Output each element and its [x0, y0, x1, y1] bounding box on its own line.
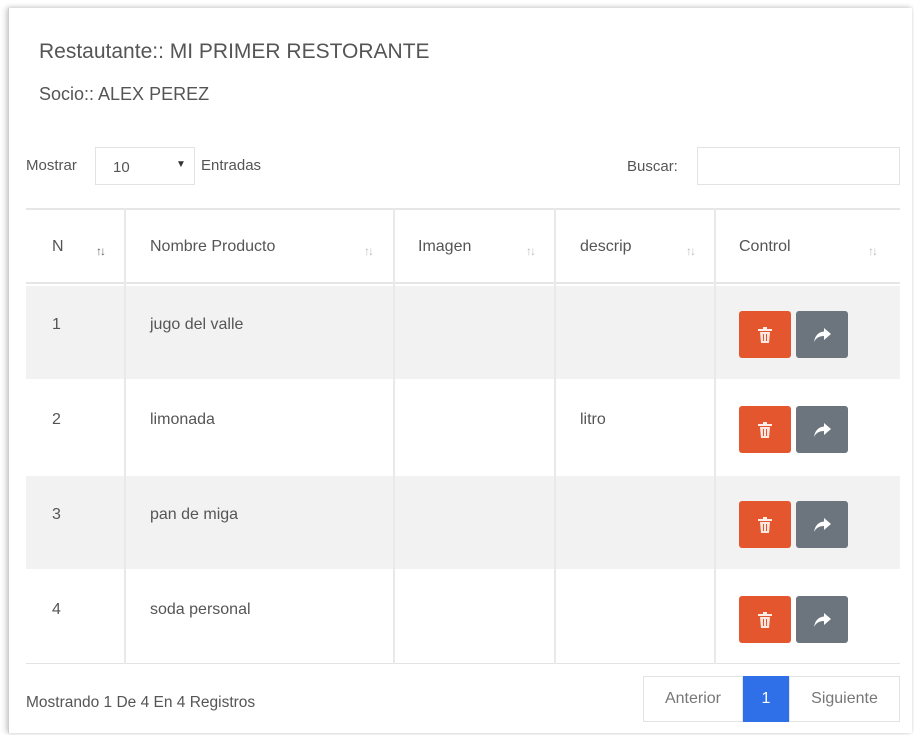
page-length-value: 10	[113, 159, 130, 176]
delete-button[interactable]	[739, 311, 791, 358]
sort-icon[interactable]: ↑↓	[364, 244, 374, 258]
sort-icon[interactable]: ↑↓	[96, 244, 106, 258]
chevron-down-icon: ▼	[176, 159, 186, 170]
product-descrip: litro	[580, 411, 606, 428]
column-divider	[124, 208, 126, 664]
delete-button[interactable]	[739, 501, 791, 548]
trash-icon	[758, 326, 772, 343]
row-number: 2	[52, 411, 61, 428]
forward-button[interactable]	[796, 311, 848, 358]
share-arrow-icon	[814, 422, 831, 437]
search-label: Buscar:	[627, 158, 678, 175]
row-number: 4	[52, 601, 61, 618]
delete-button[interactable]	[739, 596, 791, 643]
column-header-name[interactable]: Nombre Producto	[150, 238, 275, 256]
table-header-row: N ↑↓ Nombre Producto ↑↓ Imagen ↑↓ descri…	[26, 208, 900, 284]
column-header-n[interactable]: N	[52, 238, 64, 256]
forward-button[interactable]	[796, 406, 848, 453]
forward-button[interactable]	[796, 596, 848, 643]
row-number: 1	[52, 316, 61, 333]
column-header-control[interactable]: Control	[739, 238, 791, 256]
product-name: soda personal	[150, 601, 251, 618]
table-row: 1 jugo del valle	[26, 284, 900, 379]
sort-icon[interactable]: ↑↓	[868, 244, 878, 258]
show-label: Mostrar	[26, 157, 77, 174]
column-divider	[714, 208, 716, 664]
trash-icon	[758, 421, 772, 438]
page-length-select[interactable]: 10 ▼	[95, 147, 195, 185]
sort-icon[interactable]: ↑↓	[526, 244, 536, 258]
column-header-image[interactable]: Imagen	[418, 238, 471, 256]
page-1-button[interactable]: 1	[743, 676, 789, 722]
table-row: 4 soda personal	[26, 569, 900, 664]
table-row: 2 limonada litro	[26, 379, 900, 474]
product-name: limonada	[150, 411, 215, 428]
sort-icon[interactable]: ↑↓	[686, 244, 696, 258]
column-header-descrip[interactable]: descrip	[580, 238, 632, 256]
delete-button[interactable]	[739, 406, 791, 453]
trash-icon	[758, 516, 772, 533]
table-info: Mostrando 1 De 4 En 4 Registros	[26, 694, 256, 711]
column-divider	[554, 208, 556, 664]
partner-subtitle: Socio:: ALEX PEREZ	[39, 84, 210, 104]
restaurant-title: Restautante:: MI PRIMER RESTORANTE	[39, 40, 430, 63]
column-divider	[393, 208, 395, 664]
product-name: pan de miga	[150, 506, 239, 523]
trash-icon	[758, 611, 772, 628]
share-arrow-icon	[814, 612, 831, 627]
entries-label: Entradas	[201, 157, 262, 174]
product-name: jugo del valle	[150, 316, 244, 333]
forward-button[interactable]	[796, 501, 848, 548]
share-arrow-icon	[814, 327, 831, 342]
row-number: 3	[52, 506, 61, 523]
search-input[interactable]	[697, 147, 900, 185]
previous-page-button[interactable]: Anterior	[643, 676, 743, 722]
next-page-button[interactable]: Siguiente	[789, 676, 900, 722]
products-table: N ↑↓ Nombre Producto ↑↓ Imagen ↑↓ descri…	[26, 208, 900, 664]
table-row: 3 pan de miga	[26, 474, 900, 569]
share-arrow-icon	[814, 517, 831, 532]
